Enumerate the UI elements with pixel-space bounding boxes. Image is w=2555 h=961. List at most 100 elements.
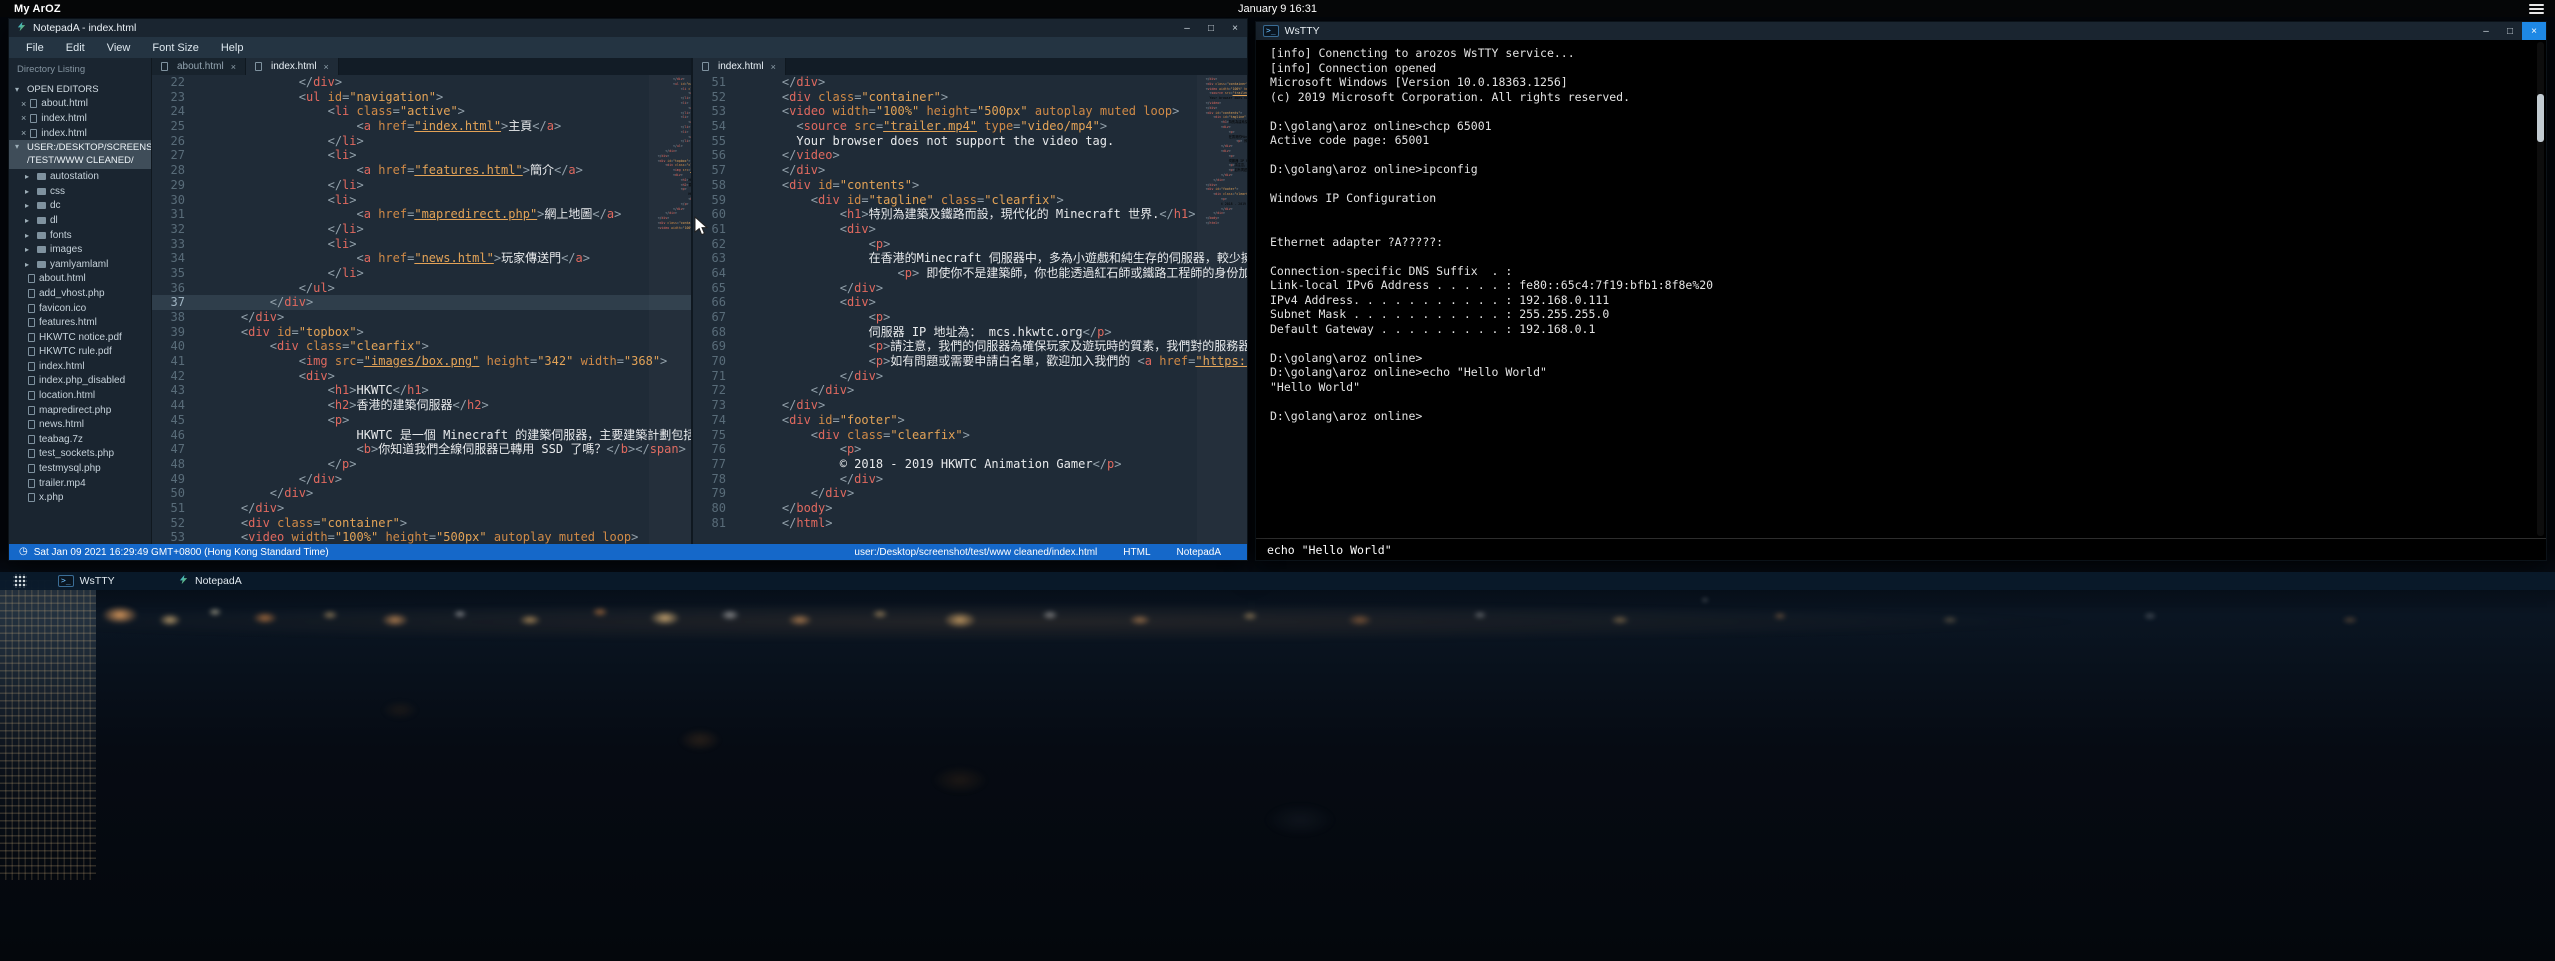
editor-tab-index.html[interactable]: index.html× bbox=[246, 58, 339, 75]
code-line[interactable]: 69 <p>請注意，我們的伺服器為確保玩家及遊玩時的質素，我們對的服務器開 bbox=[693, 339, 1247, 354]
file-add_vhost.php[interactable]: add_vhost.php bbox=[9, 286, 151, 301]
maximize-button[interactable]: □ bbox=[1199, 19, 1223, 37]
file-index.html[interactable]: index.html bbox=[9, 359, 151, 374]
code-line[interactable]: 22 </div> bbox=[152, 75, 691, 90]
code-line[interactable]: 40 <div class="clearfix"> bbox=[152, 339, 691, 354]
code-line[interactable]: 79 </div> bbox=[693, 486, 1247, 501]
code-line[interactable]: 80 </body> bbox=[693, 501, 1247, 516]
code-line[interactable]: 47 <b>你知道我們全線伺服器已轉用 SSD 了嗎？</b></span> bbox=[152, 442, 691, 457]
start-menu-button[interactable] bbox=[0, 572, 40, 590]
code-line[interactable]: 60 <h1>特別為建築及鐵路而設，現代化的 Minecraft 世界.</h1… bbox=[693, 207, 1247, 222]
code-line[interactable]: 45 <p> bbox=[152, 413, 691, 428]
menu-view[interactable]: View bbox=[96, 42, 142, 54]
file-testmysql.php[interactable]: testmysql.php bbox=[9, 461, 151, 476]
code-line[interactable]: 53 <video width="100%" height="500px" au… bbox=[152, 530, 691, 544]
code-line[interactable]: 28 <a href="features.html">簡介</a> bbox=[152, 163, 691, 178]
close-button[interactable]: × bbox=[2522, 22, 2546, 40]
code-line[interactable]: 64 <p> 即使你不是建築師，你也能透過紅石師或鐵路工程師的身份加入我 bbox=[693, 266, 1247, 281]
file-HKWTC rule.pdf[interactable]: HKWTC rule.pdf bbox=[9, 345, 151, 360]
file-features.html[interactable]: features.html bbox=[9, 315, 151, 330]
open-editors-header[interactable]: ▾OPEN EDITORS bbox=[9, 82, 151, 97]
code-line[interactable]: 65 </div> bbox=[693, 281, 1247, 296]
hamburger-menu-icon[interactable] bbox=[2529, 4, 2544, 14]
taskbar-item-wstty[interactable]: >_ WsTTY bbox=[48, 572, 160, 590]
file-news.html[interactable]: news.html bbox=[9, 417, 151, 432]
code-line[interactable]: 49 </div> bbox=[152, 472, 691, 487]
code-line[interactable]: 37 </div> bbox=[152, 295, 691, 310]
editor-tab-about.html[interactable]: about.html× bbox=[152, 58, 246, 75]
open-editor-index.html[interactable]: ×index.html bbox=[9, 126, 151, 141]
folder-css[interactable]: ▸css bbox=[9, 184, 151, 199]
folder-yamlyamlaml[interactable]: ▸yamlyamlaml bbox=[9, 257, 151, 272]
code-line[interactable]: 75 <div class="clearfix"> bbox=[693, 428, 1247, 443]
file-trailer.mp4[interactable]: trailer.mp4 bbox=[9, 476, 151, 491]
code-line[interactable]: 72 </div> bbox=[693, 383, 1247, 398]
code-line[interactable]: 73 </div> bbox=[693, 398, 1247, 413]
folder-dl[interactable]: ▸dl bbox=[9, 213, 151, 228]
folder-fonts[interactable]: ▸fonts bbox=[9, 228, 151, 243]
file-about.html[interactable]: about.html bbox=[9, 272, 151, 287]
close-button[interactable]: × bbox=[1223, 19, 1247, 37]
minimize-button[interactable]: – bbox=[1175, 19, 1199, 37]
code-line[interactable]: 44 <h2>香港的建築伺服器</h2> bbox=[152, 398, 691, 413]
code-line[interactable]: 30 <li> bbox=[152, 193, 691, 208]
minimize-button[interactable]: – bbox=[2474, 22, 2498, 40]
code-line[interactable]: 54 <source src="trailer.mp4" type="video… bbox=[693, 119, 1247, 134]
code-line[interactable]: 25 <a href="index.html">主頁</a> bbox=[152, 119, 691, 134]
code-line[interactable]: 43 <h1>HKWTC</h1> bbox=[152, 383, 691, 398]
code-line[interactable]: 58 <div id="contents"> bbox=[693, 178, 1247, 193]
terminal-output[interactable]: [info] Conencting to arozos WsTTY servic… bbox=[1256, 40, 2546, 538]
code-line[interactable]: 48 </p> bbox=[152, 457, 691, 472]
file-index.php_disabled[interactable]: index.php_disabled bbox=[9, 374, 151, 389]
open-editor-index.html[interactable]: ×index.html bbox=[9, 111, 151, 126]
code-line[interactable]: 36 </ul> bbox=[152, 281, 691, 296]
file-mapredirect.php[interactable]: mapredirect.php bbox=[9, 403, 151, 418]
wstty-titlebar[interactable]: >_ WsTTY – □ × bbox=[1256, 22, 2546, 40]
code-line[interactable]: 38 </div> bbox=[152, 310, 691, 325]
code-line[interactable]: 74 <div id="footer"> bbox=[693, 413, 1247, 428]
code-line[interactable]: 23 <ul id="navigation"> bbox=[152, 90, 691, 105]
code-line[interactable]: 50 </div> bbox=[152, 486, 691, 501]
code-line[interactable]: 70 <p>如有問題或需要申請白名單，歡迎加入我們的 <a href="http… bbox=[693, 354, 1247, 369]
code-line[interactable]: 55 Your browser does not support the vid… bbox=[693, 134, 1247, 149]
code-line[interactable]: 63 在香港的Minecraft 伺服器中，多為小遊戲和純生存的伺服器，較少擁有 bbox=[693, 251, 1247, 266]
maximize-button[interactable]: □ bbox=[2498, 22, 2522, 40]
code-line[interactable]: 39 <div id="topbox"> bbox=[152, 325, 691, 340]
code-editor[interactable]: 22 </div>23 <ul id="navigation">24 <li c… bbox=[152, 75, 691, 544]
code-line[interactable]: 26 </li> bbox=[152, 134, 691, 149]
menu-file[interactable]: File bbox=[15, 42, 55, 54]
code-line[interactable]: 53 <video width="100%" height="500px" au… bbox=[693, 104, 1247, 119]
menu-help[interactable]: Help bbox=[210, 42, 255, 54]
code-line[interactable]: 29 </li> bbox=[152, 178, 691, 193]
code-line[interactable]: 41 <img src="images/box.png" height="342… bbox=[152, 354, 691, 369]
workspace-root[interactable]: ▾USER:/DESKTOP/SCREENSHOT/TEST/WWW CLEAN… bbox=[9, 140, 151, 169]
folder-autostation[interactable]: ▸autostation bbox=[9, 169, 151, 184]
code-line[interactable]: 76 <p> bbox=[693, 442, 1247, 457]
code-line[interactable]: 59 <div id="tagline" class="clearfix"> bbox=[693, 193, 1247, 208]
code-line[interactable]: 62 <p> bbox=[693, 237, 1247, 252]
code-line[interactable]: 71 </div> bbox=[693, 369, 1247, 384]
code-editor[interactable]: 51 </div>52 <div class="container">53 <v… bbox=[693, 75, 1247, 544]
terminal-input[interactable]: echo "Hello World" bbox=[1256, 538, 2546, 560]
code-line[interactable]: 32 </li> bbox=[152, 222, 691, 237]
taskbar-item-notepada[interactable]: NotepadA bbox=[168, 572, 280, 590]
terminal-scrollbar-thumb[interactable] bbox=[2537, 94, 2544, 142]
folder-images[interactable]: ▸images bbox=[9, 242, 151, 257]
code-line[interactable]: 56 </video> bbox=[693, 148, 1247, 163]
code-line[interactable]: 51 </div> bbox=[693, 75, 1247, 90]
code-line[interactable]: 34 <a href="news.html">玩家傳送門</a> bbox=[152, 251, 691, 266]
code-line[interactable]: 68 伺服器 IP 地址為： mcs.hkwtc.org</p> bbox=[693, 325, 1247, 340]
code-line[interactable]: 66 <div> bbox=[693, 295, 1247, 310]
code-line[interactable]: 51 </div> bbox=[152, 501, 691, 516]
code-line[interactable]: 46 HKWTC 是一個 Minecraft 的建築伺服器，主要建築計劃包括鐵 bbox=[152, 428, 691, 443]
code-line[interactable]: 35 </li> bbox=[152, 266, 691, 281]
code-line[interactable]: 24 <li class="active"> bbox=[152, 104, 691, 119]
code-line[interactable]: 31 <a href="mapredirect.php">網上地圖</a> bbox=[152, 207, 691, 222]
code-line[interactable]: 57 </div> bbox=[693, 163, 1247, 178]
notepada-titlebar[interactable]: NotepadA - index.html – □ × bbox=[9, 19, 1247, 37]
code-line[interactable]: 67 <p> bbox=[693, 310, 1247, 325]
file-test_sockets.php[interactable]: test_sockets.php bbox=[9, 447, 151, 462]
code-line[interactable]: 27 <li> bbox=[152, 148, 691, 163]
file-location.html[interactable]: location.html bbox=[9, 388, 151, 403]
menu-edit[interactable]: Edit bbox=[55, 42, 96, 54]
